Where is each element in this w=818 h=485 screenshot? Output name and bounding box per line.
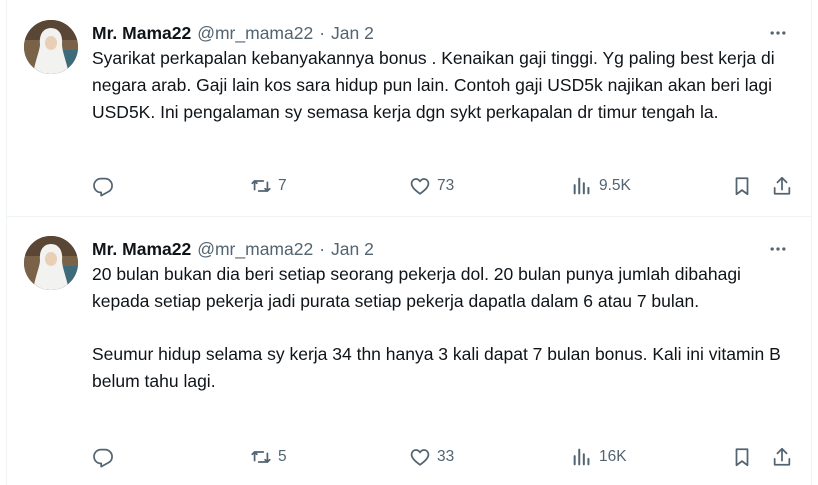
separator-dot: · — [319, 22, 326, 43]
separator-dot: · — [319, 238, 326, 259]
reply-icon — [93, 448, 113, 468]
views-icon — [573, 177, 590, 195]
views-button[interactable]: 9.5K — [571, 173, 631, 199]
like-icon — [410, 449, 430, 466]
author-handle[interactable]: @mr_mama22 — [197, 23, 313, 44]
repost-icon — [251, 180, 271, 192]
like-button[interactable]: 33 — [409, 444, 454, 470]
like-button[interactable]: 73 — [409, 173, 454, 199]
tweet-date[interactable]: Jan 2 — [331, 239, 374, 260]
share-icon — [773, 176, 791, 195]
bookmark-icon — [735, 177, 749, 196]
tweet[interactable]: Mr. Mama22 @mr_mama22 · Jan 2 Syarikat p… — [6, 0, 812, 216]
like-icon — [410, 178, 430, 195]
views-count: 16K — [599, 448, 627, 465]
tweet-text: 20 bulan bukan dia beri setiap seorang p… — [92, 264, 781, 392]
author-name[interactable]: Mr. Mama22 — [92, 23, 191, 44]
share-button[interactable] — [771, 173, 793, 199]
avatar-image — [24, 20, 78, 74]
like-count: 73 — [437, 177, 455, 194]
share-button[interactable] — [771, 444, 793, 470]
tweet-header: Mr. Mama22 @mr_mama22 · Jan 2 — [92, 237, 374, 261]
like-count: 33 — [437, 448, 455, 465]
repost-count: 7 — [278, 177, 287, 194]
repost-button[interactable]: 5 — [250, 444, 287, 470]
more-icon[interactable] — [766, 237, 790, 261]
repost-button[interactable]: 7 — [250, 173, 287, 199]
reply-button[interactable] — [92, 173, 114, 199]
author-handle[interactable]: @mr_mama22 — [197, 239, 313, 260]
tweet-actions: 5 33 16K — [6, 444, 812, 470]
avatar-image — [24, 236, 78, 290]
bookmark-button[interactable] — [731, 444, 753, 470]
author-name[interactable]: Mr. Mama22 — [92, 239, 191, 260]
reply-icon — [93, 177, 113, 197]
views-icon — [573, 448, 590, 466]
tweet-header: Mr. Mama22 @mr_mama22 · Jan 2 — [92, 21, 374, 45]
bookmark-icon — [735, 448, 749, 467]
views-count: 9.5K — [599, 177, 631, 194]
tweet-text: Syarikat perkapalan kebanyakannya bonus … — [92, 48, 775, 122]
tweet[interactable]: Mr. Mama22 @mr_mama22 · Jan 2 20 bulan b… — [6, 216, 812, 485]
more-icon[interactable] — [766, 21, 790, 45]
share-icon — [773, 447, 791, 466]
repost-count: 5 — [278, 448, 287, 465]
reply-button[interactable] — [92, 444, 114, 470]
views-button[interactable]: 16K — [571, 444, 627, 470]
tweet-feed: Mr. Mama22 @mr_mama22 · Jan 2 Syarikat p… — [0, 0, 818, 485]
tweet-date[interactable]: Jan 2 — [331, 23, 374, 44]
tweet-actions: 7 73 9.5K — [6, 173, 812, 199]
avatar[interactable] — [24, 236, 78, 290]
bookmark-button[interactable] — [731, 173, 753, 199]
avatar[interactable] — [24, 20, 78, 74]
repost-icon — [251, 451, 271, 463]
